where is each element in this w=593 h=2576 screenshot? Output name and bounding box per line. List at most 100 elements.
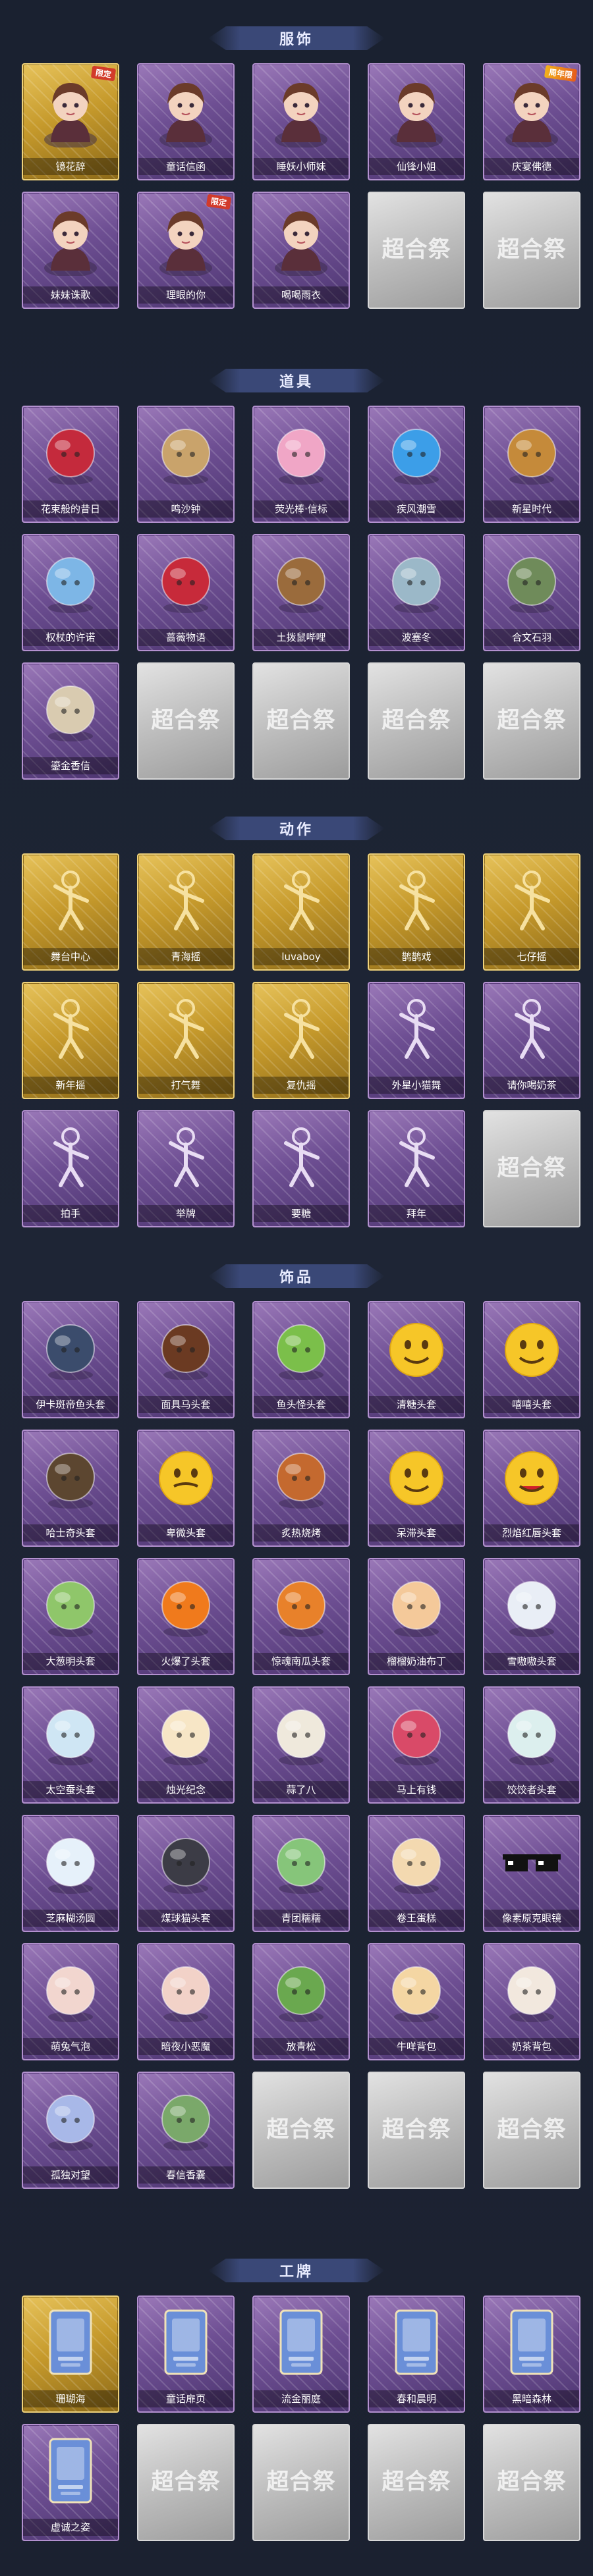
item-card[interactable]: 面具马头套 xyxy=(137,1301,235,1418)
medkit-icon xyxy=(149,545,223,618)
dog-head-icon xyxy=(34,1440,107,1514)
character-portrait-frog-hood xyxy=(264,202,338,276)
wand-icon xyxy=(264,416,338,490)
item-label: 波塞冬 xyxy=(369,629,464,646)
item-card[interactable]: 清糖头套 xyxy=(368,1301,465,1418)
item-card[interactable]: 烈焰红唇头套 xyxy=(483,1430,580,1547)
item-card[interactable]: 暗夜小恶魔 xyxy=(137,1943,235,2060)
item-card[interactable]: 拜年 xyxy=(368,1110,465,1227)
item-card[interactable]: 妹妹诛歌 xyxy=(22,192,119,309)
item-card[interactable]: 春和晨明 xyxy=(368,2295,465,2413)
item-label: 权杖的许诺 xyxy=(23,629,118,646)
item-card[interactable]: 榴榴奶油布丁 xyxy=(368,1558,465,1675)
item-card[interactable]: 合文石羽 xyxy=(483,534,580,651)
item-card[interactable]: 鹊鹊戏 xyxy=(368,853,465,971)
item-card[interactable]: 七仔摇 xyxy=(483,853,580,971)
trident-icon xyxy=(380,545,453,618)
item-card[interactable]: 仙锋小姐 xyxy=(368,63,465,180)
item-card[interactable]: 珊瑚海 xyxy=(22,2295,119,2413)
empty-slot: 超合祭 xyxy=(368,662,465,780)
item-card[interactable]: 鎏金香信 xyxy=(22,662,119,780)
item-card[interactable]: 伊卡斑帝鱼头套 xyxy=(22,1301,119,1418)
section-header: 服饰 xyxy=(208,25,385,51)
item-card[interactable]: 惊魂南瓜头套 xyxy=(252,1558,350,1675)
item-card[interactable]: 睡妖小师妹 xyxy=(252,63,350,180)
item-card[interactable]: 火爆了头套 xyxy=(137,1558,235,1675)
item-card[interactable]: 波塞冬 xyxy=(368,534,465,651)
item-label: 奶茶背包 xyxy=(484,2038,579,2055)
item-label: 萌兔气泡 xyxy=(23,2038,118,2055)
character-portrait-red-hood xyxy=(34,74,107,148)
item-card[interactable]: 奶茶背包 xyxy=(483,1943,580,2060)
item-card[interactable]: 喝喝雨衣 xyxy=(252,192,350,309)
item-card[interactable]: 理眼的你 限定 xyxy=(137,192,235,309)
item-card[interactable]: 烛光纪念 xyxy=(137,1686,235,1804)
item-card[interactable]: 权杖的许诺 xyxy=(22,534,119,651)
item-card[interactable]: 卷王蛋糕 xyxy=(368,1815,465,1932)
item-card[interactable]: 打气舞 xyxy=(137,982,235,1099)
lantern-icon xyxy=(495,545,569,618)
item-card[interactable]: 童话信函 xyxy=(137,63,235,180)
item-card[interactable]: 嘻嘻头套 xyxy=(483,1301,580,1418)
item-card[interactable]: 新年摇 xyxy=(22,982,119,1099)
item-card[interactable]: 疾风潮雪 xyxy=(368,406,465,523)
item-card[interactable]: 青团糯糯 xyxy=(252,1815,350,1932)
fire-icon xyxy=(149,1569,223,1642)
item-card[interactable]: 哈士奇头套 xyxy=(22,1430,119,1547)
item-card[interactable]: 土拨鼠哔哩 xyxy=(252,534,350,651)
item-card[interactable]: 太空蚕头套 xyxy=(22,1686,119,1804)
item-card[interactable]: 春信香囊 xyxy=(137,2072,235,2189)
item-card[interactable]: 像素原克眼镜 xyxy=(483,1815,580,1932)
item-card[interactable]: 举牌 xyxy=(137,1110,235,1227)
item-card[interactable]: 鱼头怪头套 xyxy=(252,1301,350,1418)
item-card[interactable]: 要糖 xyxy=(252,1110,350,1227)
item-label: 黑暗森林 xyxy=(484,2390,579,2407)
item-card[interactable]: 雪嗷嗷头套 xyxy=(483,1558,580,1675)
item-card[interactable]: 蔷薇物语 xyxy=(137,534,235,651)
item-label: 睡妖小师妹 xyxy=(254,158,349,175)
item-card[interactable]: 请你喝奶茶 xyxy=(483,982,580,1099)
item-card[interactable]: 卑微头套 xyxy=(137,1430,235,1547)
empty-slot: 超合祭 xyxy=(368,2072,465,2189)
character-portrait-wide-hat xyxy=(149,202,223,276)
item-card[interactable]: 牛咩背包 xyxy=(368,1943,465,2060)
pudding-icon xyxy=(380,1569,453,1642)
empty-watermark: 超合祭 xyxy=(266,2117,336,2142)
item-card[interactable]: 青海摇 xyxy=(137,853,235,971)
item-card[interactable]: 外星小猫舞 xyxy=(368,982,465,1099)
item-card[interactable]: 流金丽庭 xyxy=(252,2295,350,2413)
item-card[interactable]: 蒜了八 xyxy=(252,1686,350,1804)
item-card[interactable]: 马上有钱 xyxy=(368,1686,465,1804)
character-portrait-girl xyxy=(34,202,107,276)
item-card[interactable]: 煤球猫头套 xyxy=(137,1815,235,1932)
item-label: 青海摇 xyxy=(138,948,233,965)
item-card[interactable]: 荧光棒·信标 xyxy=(252,406,350,523)
item-card[interactable]: 童话扉页 xyxy=(137,2295,235,2413)
pendant-icon xyxy=(34,2082,107,2156)
empty-watermark: 超合祭 xyxy=(381,2117,451,2142)
item-card[interactable]: 复仇摇 xyxy=(252,982,350,1099)
item-card[interactable]: luvaboy xyxy=(252,853,350,971)
item-label: 蒜了八 xyxy=(254,1781,349,1798)
item-card[interactable]: 饺饺者头套 xyxy=(483,1686,580,1804)
item-card[interactable]: 萌兔气泡 xyxy=(22,1943,119,2060)
item-card[interactable]: 镜花辞 限定 xyxy=(22,63,119,180)
item-card[interactable]: 庆宴佛德 周年限 xyxy=(483,63,580,180)
item-card[interactable]: 拍手 xyxy=(22,1110,119,1227)
item-card[interactable]: 放青松 xyxy=(252,1943,350,2060)
item-card[interactable]: 黑暗森林 xyxy=(483,2295,580,2413)
item-card[interactable]: 虚诚之姿 xyxy=(22,2424,119,2541)
item-card[interactable]: 呆滞头套 xyxy=(368,1430,465,1547)
item-card[interactable]: 新星时代 xyxy=(483,406,580,523)
item-card[interactable]: 舞台中心 xyxy=(22,853,119,971)
item-card[interactable]: 芝麻糊汤圆 xyxy=(22,1815,119,1932)
garlic-icon xyxy=(264,1697,338,1771)
section-title: 动作 xyxy=(279,822,314,838)
empty-watermark: 超合祭 xyxy=(497,237,567,262)
item-card[interactable]: 炙热烧烤 xyxy=(252,1430,350,1547)
item-card[interactable]: 花束般的昔日 xyxy=(22,406,119,523)
item-card[interactable]: 孤独对望 xyxy=(22,2072,119,2189)
item-label: 七仔摇 xyxy=(484,948,579,965)
item-card[interactable]: 大葱明头套 xyxy=(22,1558,119,1675)
item-card[interactable]: 鸣沙钟 xyxy=(137,406,235,523)
